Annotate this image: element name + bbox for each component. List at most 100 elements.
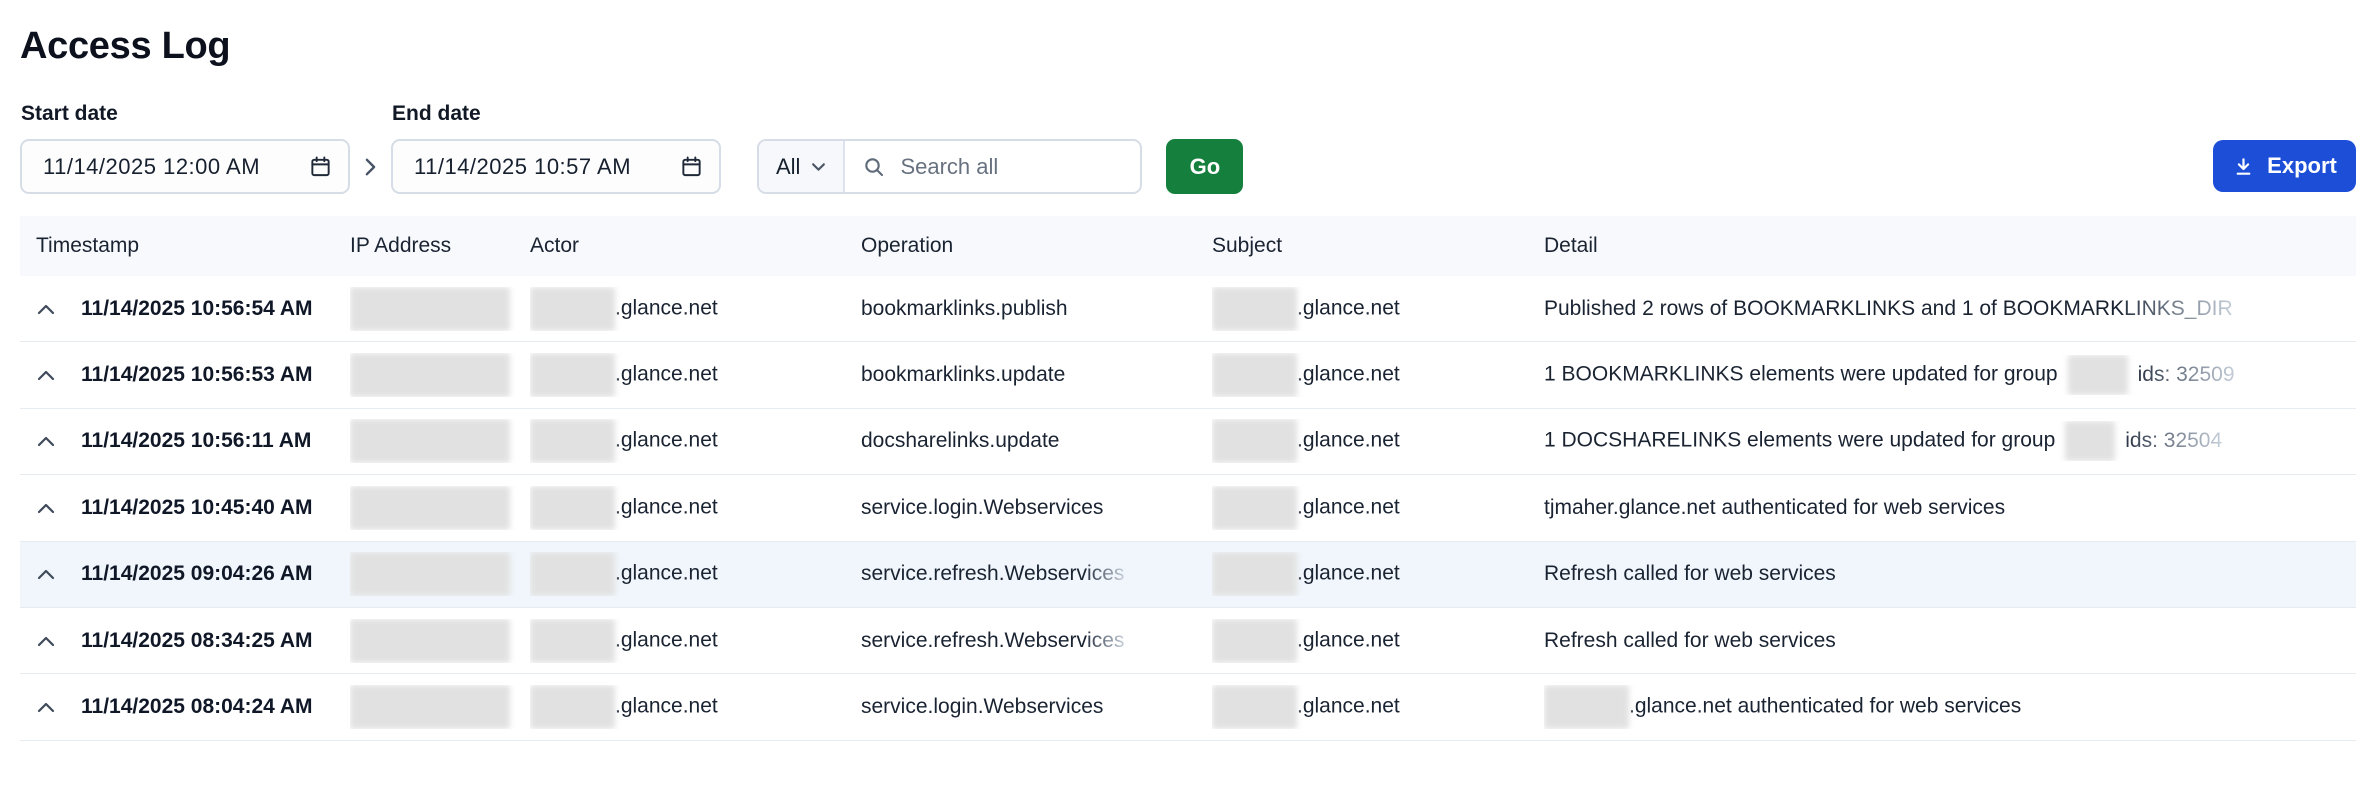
search-scope-value: All: [776, 153, 801, 179]
redacted-value: [350, 419, 510, 464]
cell-subject: .glance.net: [1212, 353, 1544, 398]
redacted-value: [530, 353, 615, 398]
go-button[interactable]: Go: [1166, 139, 1244, 194]
redacted-value: [530, 419, 615, 464]
cell-detail: tjmaher.glance.net authenticated for web…: [1544, 496, 2356, 520]
end-date-input[interactable]: [391, 139, 721, 194]
cell-detail: Refresh called for web services: [1544, 562, 2356, 586]
cell-operation: bookmarklinks.publish: [861, 297, 1212, 321]
filter-bar: Start date End date: [20, 102, 2356, 194]
cell-text: .glance.net: [1297, 628, 1400, 652]
cell-text: .glance.net: [1297, 296, 1400, 320]
column-header-timestamp: Timestamp: [36, 234, 140, 257]
cell-ip-address: [350, 485, 530, 530]
redacted-value: [2065, 421, 2116, 462]
cell-text: docsharelinks.update: [861, 429, 1060, 453]
cell-text: tjmaher.glance.net authenticated for web…: [1544, 495, 2006, 519]
cell-text: ids: 32509: [2137, 362, 2235, 386]
cell-timestamp: 11/14/2025 10:45:40 AM: [36, 496, 350, 520]
timestamp-text: 11/14/2025 09:04:26 AM: [81, 562, 313, 586]
column-header-subject: Subject: [1212, 234, 1283, 257]
redacted-value: [350, 286, 510, 331]
cell-actor: .glance.net: [530, 419, 861, 464]
redacted-value: [1212, 419, 1297, 464]
redacted-value: [1212, 485, 1297, 530]
cell-text: .glance.net: [615, 628, 718, 652]
redacted-value: [350, 485, 510, 530]
cell-operation: service.login.Webservices: [861, 695, 1212, 719]
chevron-up-icon[interactable]: [36, 567, 56, 581]
table-row[interactable]: 11/14/2025 08:04:24 AM .glance.net service…: [20, 674, 2356, 741]
column-header-ip-address: IP Address: [350, 234, 452, 257]
search-input[interactable]: [898, 152, 1124, 181]
timestamp-text: 11/14/2025 08:34:25 AM: [81, 628, 313, 652]
chevron-up-icon[interactable]: [36, 634, 56, 648]
redacted-value: [1544, 685, 1629, 730]
redacted-value: [530, 485, 615, 530]
cell-text: .glance.net: [615, 495, 718, 519]
cell-subject: .glance.net: [1212, 685, 1544, 730]
chevron-up-icon[interactable]: [36, 368, 56, 382]
redacted-value: [1212, 685, 1297, 730]
cell-detail: Refresh called for web services: [1544, 629, 2356, 653]
table-row[interactable]: 11/14/2025 10:56:53 AM .glance.net bookmar…: [20, 342, 2356, 409]
calendar-icon[interactable]: [309, 155, 332, 178]
cell-text: .glance.net: [1297, 362, 1400, 386]
table-row[interactable]: 11/14/2025 08:34:25 AM .glance.net service…: [20, 607, 2356, 675]
cell-text: ices: [1087, 562, 1125, 586]
start-date-input[interactable]: [20, 139, 350, 194]
cell-timestamp: 11/14/2025 08:34:25 AM: [36, 629, 350, 653]
chevron-up-icon[interactable]: [36, 434, 56, 448]
cell-text: .glance.net: [615, 694, 718, 718]
export-button[interactable]: Export: [2213, 140, 2356, 192]
cell-text: Refresh called for web services: [1544, 562, 1836, 586]
cell-text: 1 BOOKMARKLINKS elements were updated fo…: [1544, 362, 2058, 386]
cell-text: .glance.net: [1297, 694, 1400, 718]
column-header-actor: Actor: [530, 234, 580, 257]
chevron-down-icon: [811, 162, 826, 172]
table-row[interactable]: 11/14/2025 10:45:40 AM .glance.net service…: [20, 475, 2356, 542]
cell-subject: .glance.net: [1212, 618, 1544, 663]
cell-actor: .glance.net: [530, 552, 861, 597]
redacted-value: [530, 618, 615, 663]
search-icon: [862, 155, 886, 179]
table-header: Timestamp IP Address Actor Operation Sub…: [20, 216, 2356, 276]
cell-operation: docsharelinks.update: [861, 429, 1212, 453]
chevron-up-icon[interactable]: [36, 700, 56, 714]
redacted-value: [2067, 355, 2128, 396]
redacted-value: [1212, 286, 1297, 331]
cell-text: .glance.net: [1297, 561, 1400, 585]
search-box: [845, 141, 1140, 192]
cell-text: LINKS_DIR: [2124, 296, 2233, 320]
start-date-value[interactable]: [41, 152, 309, 181]
cell-operation: service.refresh.Webservices: [861, 562, 1212, 586]
cell-subject: .glance.net: [1212, 419, 1544, 464]
cell-text: .glance.net: [1297, 495, 1400, 519]
chevron-up-icon[interactable]: [36, 302, 56, 316]
redacted-value: [1212, 618, 1297, 663]
redacted-value: [350, 618, 510, 663]
end-date-value[interactable]: [412, 152, 680, 181]
search-scope-select[interactable]: All: [759, 141, 846, 192]
cell-text: .glance.net: [615, 561, 718, 585]
table-row[interactable]: 11/14/2025 10:56:54 AM .glance.net bookmar…: [20, 276, 2356, 343]
column-header-detail: Detail: [1544, 234, 1598, 257]
chevron-up-icon[interactable]: [36, 501, 56, 515]
cell-text: service.refresh.Webserv: [861, 562, 1088, 586]
cell-operation: service.refresh.Webservices: [861, 629, 1212, 653]
table-row[interactable]: 11/14/2025 10:56:11 AM .glance.net docshar…: [20, 408, 2356, 476]
cell-actor: .glance.net: [530, 618, 861, 663]
chevron-right-icon: [363, 155, 378, 179]
table-row[interactable]: 11/14/2025 09:04:26 AM .glance.net service…: [20, 541, 2356, 608]
cell-ip-address: [350, 618, 530, 663]
cell-ip-address: [350, 552, 530, 597]
cell-subject: .glance.net: [1212, 485, 1544, 530]
cell-text: Published 2 rows of BOOKMARKLINKS and 1 …: [1544, 296, 2125, 320]
calendar-icon[interactable]: [680, 155, 703, 178]
redacted-value: [1212, 353, 1297, 398]
redacted-value: [1212, 552, 1297, 597]
download-icon: [2232, 155, 2255, 178]
access-log-page: Access Log Start date 11/14/2025 12:00 A…: [0, 0, 2368, 741]
export-button-label: Export: [2267, 153, 2337, 178]
redacted-value: [350, 552, 510, 597]
